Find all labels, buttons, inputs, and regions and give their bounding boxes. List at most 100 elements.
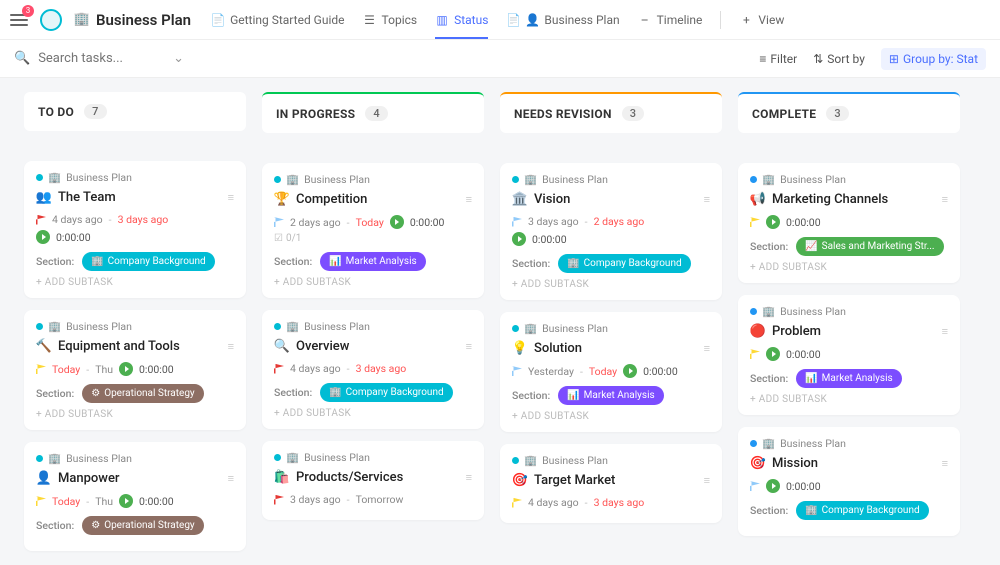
task-card[interactable]: 🏢Business Plan 🔨Equipment and Tools≡ Tod… bbox=[24, 310, 246, 430]
search-input[interactable]: 🔍 ⌄ bbox=[14, 51, 184, 66]
breadcrumb: 🏢Business Plan bbox=[512, 173, 710, 186]
description-icon: ≡ bbox=[466, 340, 472, 353]
task-card[interactable]: 🏢Business Plan 🎯Target Market≡ 4 days ag… bbox=[500, 444, 722, 523]
task-title: Vision bbox=[534, 192, 570, 207]
filter-icon: ≡ bbox=[759, 52, 766, 66]
section-tag[interactable]: ⚙ Operational Strategy bbox=[82, 516, 203, 535]
tab-topics[interactable]: ☰ Topics bbox=[363, 3, 418, 37]
add-subtask-button[interactable]: + ADD SUBTASK bbox=[274, 277, 472, 288]
play-icon[interactable] bbox=[766, 479, 780, 493]
flag-icon bbox=[512, 366, 522, 376]
logo-icon[interactable] bbox=[40, 9, 62, 31]
add-subtask-button[interactable]: + ADD SUBTASK bbox=[36, 277, 234, 288]
task-card[interactable]: 🏢Business Plan 👤Manpower≡ Today-Thu0:00:… bbox=[24, 442, 246, 551]
chevron-down-icon[interactable]: ⌄ bbox=[173, 51, 184, 66]
card-list: 🏢Business Plan 👥The Team≡ 4 days ago-3 d… bbox=[24, 161, 246, 551]
add-subtask-button[interactable]: + ADD SUBTASK bbox=[750, 262, 948, 273]
play-icon[interactable] bbox=[623, 364, 637, 378]
add-subtask-button[interactable]: + ADD SUBTASK bbox=[512, 279, 710, 290]
section-tag[interactable]: 🏢 Company Background bbox=[558, 254, 690, 273]
add-subtask-button[interactable]: + ADD SUBTASK bbox=[274, 408, 472, 419]
group-by-button[interactable]: ⊞ Group by: Stat bbox=[881, 48, 986, 70]
menu-toggle[interactable]: 3 bbox=[10, 11, 28, 29]
notification-badge: 3 bbox=[22, 5, 34, 17]
section-tag[interactable]: ⚙ Operational Strategy bbox=[82, 384, 203, 403]
breadcrumb: 🏢Business Plan bbox=[512, 454, 710, 467]
target-icon: 🎯 bbox=[512, 473, 528, 488]
status-dot-icon bbox=[512, 176, 519, 183]
tab-status[interactable]: ▥ Status bbox=[435, 3, 488, 37]
section-tag[interactable]: 📊 Market Analysis bbox=[558, 386, 663, 405]
hammer-icon: 🔨 bbox=[36, 339, 52, 354]
date-text: 2 days ago bbox=[290, 216, 341, 229]
section-label: Section: bbox=[274, 255, 312, 268]
add-subtask-button[interactable]: + ADD SUBTASK bbox=[36, 409, 234, 420]
add-subtask-button[interactable]: + ADD SUBTASK bbox=[750, 394, 948, 405]
task-card[interactable]: 🏢Business Plan 🛍️Products/Services≡ 3 da… bbox=[262, 441, 484, 520]
tab-label: Getting Started Guide bbox=[230, 13, 344, 27]
kanban-board: TO DO 7 🏢Business Plan 👥The Team≡ 4 days… bbox=[0, 78, 1000, 565]
timer-value: 0:00:00 bbox=[786, 480, 821, 493]
due-date: Today bbox=[589, 365, 617, 378]
project-name: Business Plan bbox=[304, 173, 370, 186]
section-tag[interactable]: 🏢 Company Background bbox=[796, 501, 928, 520]
play-icon[interactable] bbox=[766, 215, 780, 229]
play-icon[interactable] bbox=[512, 232, 526, 246]
list-icon: ☰ bbox=[363, 13, 377, 27]
section-tag[interactable]: 📊 Market Analysis bbox=[796, 369, 901, 388]
play-icon[interactable] bbox=[119, 362, 133, 376]
status-dot-icon bbox=[274, 323, 281, 330]
breadcrumb: 🏢Business Plan bbox=[274, 173, 472, 186]
flag-icon bbox=[750, 217, 760, 227]
task-title: The Team bbox=[58, 190, 116, 205]
task-card[interactable]: 🏢Business Plan 💡Solution≡ Yesterday-Toda… bbox=[500, 312, 722, 432]
task-card[interactable]: 🏢Business Plan 👥The Team≡ 4 days ago-3 d… bbox=[24, 161, 246, 298]
add-subtask-button[interactable]: + ADD SUBTASK bbox=[512, 411, 710, 422]
flag-icon bbox=[36, 215, 46, 225]
column-title: NEEDS REVISION bbox=[514, 107, 612, 121]
target-icon: 🎯 bbox=[750, 456, 766, 471]
breadcrumb: 🏢Business Plan bbox=[36, 320, 234, 333]
search-field[interactable] bbox=[38, 51, 138, 66]
flag-icon bbox=[274, 364, 284, 374]
project-name: Business Plan bbox=[66, 452, 132, 465]
task-card[interactable]: 🏢Business Plan 🏆Competition≡ 2 days ago-… bbox=[262, 163, 484, 298]
sort-button[interactable]: ⇅ Sort by bbox=[813, 52, 865, 66]
flag-icon bbox=[36, 364, 46, 374]
play-icon[interactable] bbox=[119, 494, 133, 508]
column-header-todo[interactable]: TO DO 7 bbox=[24, 92, 246, 131]
section-tag[interactable]: 📊 Market Analysis bbox=[320, 252, 425, 271]
timer-value: 0:00:00 bbox=[139, 495, 174, 508]
column-title: TO DO bbox=[38, 105, 74, 119]
project-name: Business Plan bbox=[542, 173, 608, 186]
column-header-complete[interactable]: COMPLETE 3 bbox=[738, 92, 960, 133]
timer-value: 0:00:00 bbox=[410, 216, 445, 229]
column-header-in-progress[interactable]: IN PROGRESS 4 bbox=[262, 92, 484, 133]
task-card[interactable]: 🏢Business Plan 📢Marketing Channels≡ 0:00… bbox=[738, 163, 960, 283]
task-title: Problem bbox=[772, 324, 821, 339]
tab-timeline[interactable]: ⎯ Timeline bbox=[638, 3, 703, 37]
card-list: 🏢Business Plan 📢Marketing Channels≡ 0:00… bbox=[738, 163, 960, 536]
section-tag[interactable]: 🏢 Company Background bbox=[320, 383, 452, 402]
timeline-icon: ⎯ bbox=[638, 13, 652, 27]
task-card[interactable]: 🏢Business Plan 🔴Problem≡ 0:00:00 Section… bbox=[738, 295, 960, 415]
workspace-title[interactable]: 🏢 Business Plan bbox=[74, 11, 191, 29]
column-header-revision[interactable]: NEEDS REVISION 3 bbox=[500, 92, 722, 133]
circle-icon: 🔴 bbox=[750, 324, 766, 339]
tab-business-plan[interactable]: 📄 👤 Business Plan bbox=[506, 3, 619, 37]
task-card[interactable]: 🏢Business Plan 🏛️Vision≡ 3 days ago-2 da… bbox=[500, 163, 722, 300]
tab-getting-started[interactable]: 📄 Getting Started Guide bbox=[211, 3, 344, 37]
timer-value: 0:00:00 bbox=[786, 348, 821, 361]
column-count: 3 bbox=[826, 106, 849, 121]
due-date: 3 days ago bbox=[356, 362, 407, 375]
section-label: Section: bbox=[36, 387, 74, 400]
task-card[interactable]: 🏢Business Plan 🔍Overview≡ 4 days ago-3 d… bbox=[262, 310, 484, 429]
play-icon[interactable] bbox=[36, 230, 50, 244]
play-icon[interactable] bbox=[766, 347, 780, 361]
task-card[interactable]: 🏢Business Plan 🎯Mission≡ 0:00:00 Section… bbox=[738, 427, 960, 536]
add-view-button[interactable]: + View bbox=[739, 3, 784, 37]
filter-button[interactable]: ≡ Filter bbox=[759, 52, 797, 66]
section-tag[interactable]: 📈 Sales and Marketing Str... bbox=[796, 237, 943, 256]
play-icon[interactable] bbox=[390, 215, 404, 229]
section-tag[interactable]: 🏢 Company Background bbox=[82, 252, 214, 271]
